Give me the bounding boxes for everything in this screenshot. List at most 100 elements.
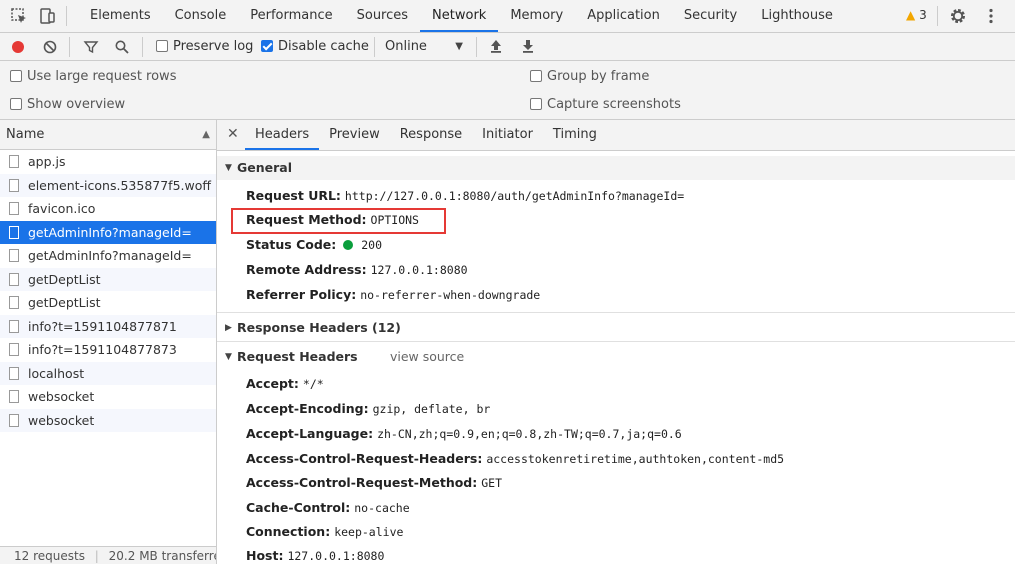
file-icon xyxy=(9,225,19,239)
clear-icon[interactable] xyxy=(42,39,58,55)
request-row[interactable]: info?t=1591104877873 xyxy=(0,338,216,362)
large-rows-checkbox[interactable]: Use large request rows xyxy=(10,69,176,84)
request-row[interactable]: info?t=1591104877871 xyxy=(0,314,216,338)
header-key: Accept-Language: xyxy=(246,426,374,441)
import-har-icon[interactable] xyxy=(488,38,504,54)
divider xyxy=(217,312,1015,313)
request-name: getAdminInfo?manageId= xyxy=(28,224,192,240)
request-row[interactable]: websocket xyxy=(0,385,216,409)
disable-cache-checkbox[interactable]: Disable cache xyxy=(261,33,369,60)
warnings-count: 3 xyxy=(919,8,927,22)
tab-application[interactable]: Application xyxy=(575,0,672,32)
header-value: no-cache xyxy=(354,501,410,515)
header-value: 127.0.0.1:8080 xyxy=(287,549,385,563)
request-headers-title: Request Headers xyxy=(237,349,358,364)
tab-response[interactable]: Response xyxy=(390,120,472,150)
request-row[interactable]: getDeptList xyxy=(0,267,216,291)
request-row[interactable]: getAdminInfo?manageId= xyxy=(0,244,216,268)
detail-tabbar: ✕ Headers Preview Response Initiator Tim… xyxy=(217,120,1015,151)
divider xyxy=(142,37,143,57)
request-row[interactable]: favicon.ico xyxy=(0,197,216,221)
divider xyxy=(66,6,67,26)
network-settings-pane: Use large request rows Show overview Gro… xyxy=(0,61,1015,120)
request-name: element-icons.535877f5.woff xyxy=(28,177,211,193)
dropdown-arrow-icon: ▼ xyxy=(455,41,463,52)
inspect-element-icon[interactable] xyxy=(10,7,28,25)
group-by-frame-checkbox[interactable]: Group by frame xyxy=(530,69,649,84)
request-row[interactable]: getDeptList xyxy=(0,291,216,315)
tab-console[interactable]: Console xyxy=(163,0,239,32)
request-row[interactable]: websocket xyxy=(0,408,216,432)
show-overview-checkbox[interactable]: Show overview xyxy=(10,97,125,112)
warnings-badge[interactable]: ▲ 3 xyxy=(906,8,927,22)
export-har-icon[interactable] xyxy=(520,38,536,54)
panel-tabs: Elements Console Performance Sources Net… xyxy=(78,0,845,32)
record-icon[interactable] xyxy=(10,39,26,55)
file-icon xyxy=(9,272,19,286)
request-header-row: Accept-Language: zh-CN,zh;q=0.9,en;q=0.8… xyxy=(246,426,682,441)
view-source-link[interactable]: view source xyxy=(390,349,464,364)
preserve-log-checkbox[interactable]: Preserve log xyxy=(156,33,253,60)
capture-screenshots-checkbox[interactable]: Capture screenshots xyxy=(530,97,681,112)
warning-icon: ▲ xyxy=(906,8,916,22)
checkbox-box xyxy=(530,98,542,110)
request-details: ✕ Headers Preview Response Initiator Tim… xyxy=(217,120,1015,564)
tab-initiator[interactable]: Initiator xyxy=(472,120,543,150)
header-key: Access-Control-Request-Headers: xyxy=(246,451,483,466)
large-rows-label: Use large request rows xyxy=(27,69,177,84)
more-options-icon[interactable] xyxy=(982,7,1000,25)
throttling-select[interactable]: Online ▼ xyxy=(385,33,467,60)
transferred-size: 20.2 MB transferre xyxy=(108,549,216,563)
tab-timing[interactable]: Timing xyxy=(543,120,607,150)
general-section-header[interactable]: ▼ General xyxy=(217,156,1015,180)
request-header-row: Accept-Encoding: gzip, deflate, br xyxy=(246,401,490,416)
tab-security[interactable]: Security xyxy=(672,0,749,32)
request-headers-header[interactable]: ▼ Request Headers view source xyxy=(217,345,1015,369)
tab-lighthouse[interactable]: Lighthouse xyxy=(749,0,845,32)
checkbox-box xyxy=(10,70,22,82)
tab-performance[interactable]: Performance xyxy=(238,0,344,32)
request-row[interactable]: localhost xyxy=(0,361,216,385)
status-ok-icon xyxy=(343,240,354,250)
header-value: GET xyxy=(481,476,503,490)
status-bar: 12 requests | 20.2 MB transferre xyxy=(0,546,216,564)
device-toolbar-icon[interactable] xyxy=(38,7,56,25)
header-key: Accept-Encoding: xyxy=(246,401,369,416)
request-row[interactable]: element-icons.535877f5.woff xyxy=(0,173,216,197)
checkbox-box xyxy=(156,40,168,52)
request-row-selected[interactable]: getAdminInfo?manageId= xyxy=(0,220,216,244)
request-name: info?t=1591104877871 xyxy=(28,318,177,334)
search-icon[interactable] xyxy=(114,39,130,55)
name-column-header[interactable]: Name ▲ xyxy=(0,120,216,150)
gear-icon[interactable] xyxy=(949,7,967,25)
request-row[interactable]: app.js xyxy=(0,150,216,174)
header-value: http://127.0.0.1:8080/auth/getAdminInfo?… xyxy=(344,189,685,203)
capture-screenshots-label: Capture screenshots xyxy=(547,97,681,112)
annotation-highlight-box xyxy=(231,208,446,234)
response-headers-header[interactable]: ▶ Response Headers (12) xyxy=(217,316,1015,340)
disable-cache-label: Disable cache xyxy=(278,39,369,54)
collapsed-arrow-icon: ▶ xyxy=(225,323,232,333)
header-key: Referrer Policy: xyxy=(246,287,357,302)
file-icon xyxy=(9,343,19,356)
header-value: accesstokenretiretime,authtoken,content-… xyxy=(486,452,785,466)
header-value: no-referrer-when-downgrade xyxy=(360,288,541,302)
close-icon[interactable]: ✕ xyxy=(227,126,239,142)
network-toolbar: Preserve log Disable cache Online ▼ xyxy=(0,33,1015,61)
expanded-arrow-icon: ▼ xyxy=(225,163,232,173)
detail-tabs: Headers Preview Response Initiator Timin… xyxy=(245,120,607,150)
header-key: Accept: xyxy=(246,376,299,391)
request-name: localhost xyxy=(28,365,85,381)
tab-sources[interactable]: Sources xyxy=(345,0,420,32)
request-headers-section: ▼ Request Headers view source xyxy=(217,345,1015,369)
tab-elements[interactable]: Elements xyxy=(78,0,163,32)
request-name: getDeptList xyxy=(28,271,101,287)
tab-network[interactable]: Network xyxy=(420,0,499,32)
filter-icon[interactable] xyxy=(83,39,99,55)
header-value: */* xyxy=(302,377,324,391)
header-value: gzip, deflate, br xyxy=(372,402,491,416)
tab-preview[interactable]: Preview xyxy=(319,120,390,150)
tab-memory[interactable]: Memory xyxy=(498,0,575,32)
tab-headers[interactable]: Headers xyxy=(245,120,320,150)
request-header-row: Access-Control-Request-Method: GET xyxy=(246,475,502,490)
